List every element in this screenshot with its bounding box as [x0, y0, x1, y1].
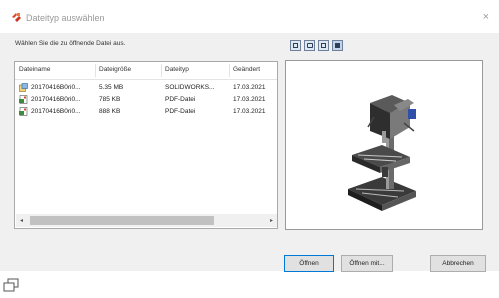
column-divider[interactable] [95, 64, 96, 77]
file-type: PDF-Datei [165, 108, 196, 115]
file-size: 785 KB [99, 96, 121, 103]
file-type-dialog: Dateityp auswählen × Wählen Sie die zu ö… [0, 0, 499, 272]
file-list-header: Dateiname Dateigröße Dateityp Geändert [15, 62, 277, 80]
file-modified: 17.03.2021 [233, 84, 266, 91]
cancel-button[interactable]: Abbrechen [430, 255, 486, 272]
column-header-type[interactable]: Dateityp [165, 66, 189, 73]
file-modified: 17.03.2021 [233, 96, 266, 103]
file-size: 888 KB [99, 108, 121, 115]
view-toolbar [290, 40, 343, 51]
scroll-right-icon[interactable]: ▸ [270, 217, 273, 224]
column-divider[interactable] [161, 64, 162, 77]
pdf-file-icon [19, 107, 28, 116]
open-button[interactable]: Öffnen [284, 255, 334, 272]
column-header-name[interactable]: Dateiname [19, 66, 50, 73]
list-view-icon[interactable] [332, 40, 343, 51]
solidworks-logo-icon [11, 12, 22, 23]
title-bar: Dateityp auswählen × [0, 0, 499, 33]
file-name: 20170416B0ri0... [31, 96, 81, 103]
column-divider[interactable] [229, 64, 230, 77]
horizontal-scrollbar[interactable]: ◂ ▸ [16, 214, 277, 227]
file-modified: 17.03.2021 [233, 108, 266, 115]
file-type: SOLIDWORKS... [165, 84, 215, 91]
pdf-file-icon [19, 95, 28, 104]
file-name: 20170416B0ri0... [31, 108, 81, 115]
instruction-text: Wählen Sie die zu öffnende Datei aus. [15, 40, 126, 47]
scroll-thumb[interactable] [30, 216, 214, 225]
solidworks-file-icon [19, 83, 28, 92]
drill-press-preview-image [348, 95, 416, 211]
column-header-size[interactable]: Dateigröße [99, 66, 131, 73]
restore-window-icon[interactable] [3, 278, 19, 292]
window-title: Dateityp auswählen [26, 13, 105, 23]
column-header-modified[interactable]: Geändert [233, 66, 260, 73]
file-size: 5.35 MB [99, 84, 124, 91]
file-row[interactable]: 20170416B0ri0... 888 KB PDF-Datei 17.03.… [15, 106, 277, 118]
thumbnail-view-icon[interactable] [290, 40, 301, 51]
file-row[interactable]: 20170416B0ri0... 785 KB PDF-Datei 17.03.… [15, 94, 277, 106]
details-view-icon[interactable] [318, 40, 329, 51]
preview-view-icon[interactable] [304, 40, 315, 51]
file-type: PDF-Datei [165, 96, 196, 103]
scroll-left-icon[interactable]: ◂ [20, 217, 23, 224]
preview-pane [285, 60, 483, 230]
file-name: 20170416B0ri0... [31, 84, 81, 91]
file-list[interactable]: Dateiname Dateigröße Dateityp Geändert 2… [14, 61, 278, 229]
close-icon[interactable]: × [483, 11, 489, 23]
file-row[interactable]: 20170416B0ri0... 5.35 MB SOLIDWORKS... 1… [15, 82, 277, 94]
open-with-button[interactable]: Öffnen mit... [341, 255, 393, 272]
